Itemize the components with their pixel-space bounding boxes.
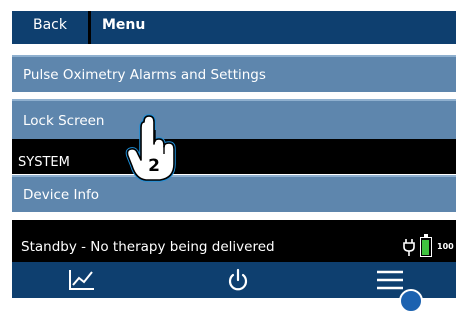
ac-plug-icon: [403, 239, 415, 256]
trend-button[interactable]: [12, 262, 152, 298]
status-text: Standby - No therapy being delivered: [21, 239, 275, 255]
device-screen: Back Menu Pulse Oximetry Alarms and Sett…: [12, 11, 456, 298]
menu-button[interactable]: [324, 262, 456, 298]
battery-percent: 100: [437, 242, 454, 251]
header-bar: Back Menu: [12, 11, 456, 44]
battery-icon: [420, 234, 432, 257]
tap-hand-icon: 2: [125, 114, 176, 182]
menu-item-device-info[interactable]: Device Info: [12, 175, 456, 212]
menu-item-lock-screen[interactable]: Lock Screen: [12, 99, 456, 139]
notification-badge: [399, 289, 423, 313]
power-icon: [228, 268, 248, 291]
bottom-nav-bar: [12, 262, 456, 298]
section-header-system: SYSTEM: [18, 155, 70, 170]
header-divider: [88, 11, 91, 44]
menu-item-pulse-oximetry[interactable]: Pulse Oximetry Alarms and Settings: [12, 55, 456, 92]
menu-spacer: [12, 212, 456, 220]
back-button[interactable]: Back: [12, 11, 88, 44]
step-number: 2: [148, 156, 160, 176]
battery-level-fill: [422, 240, 429, 255]
page-title: Menu: [102, 17, 146, 33]
hamburger-menu-icon: [377, 270, 403, 290]
trend-chart-icon: [69, 270, 94, 290]
power-button[interactable]: [168, 262, 308, 298]
